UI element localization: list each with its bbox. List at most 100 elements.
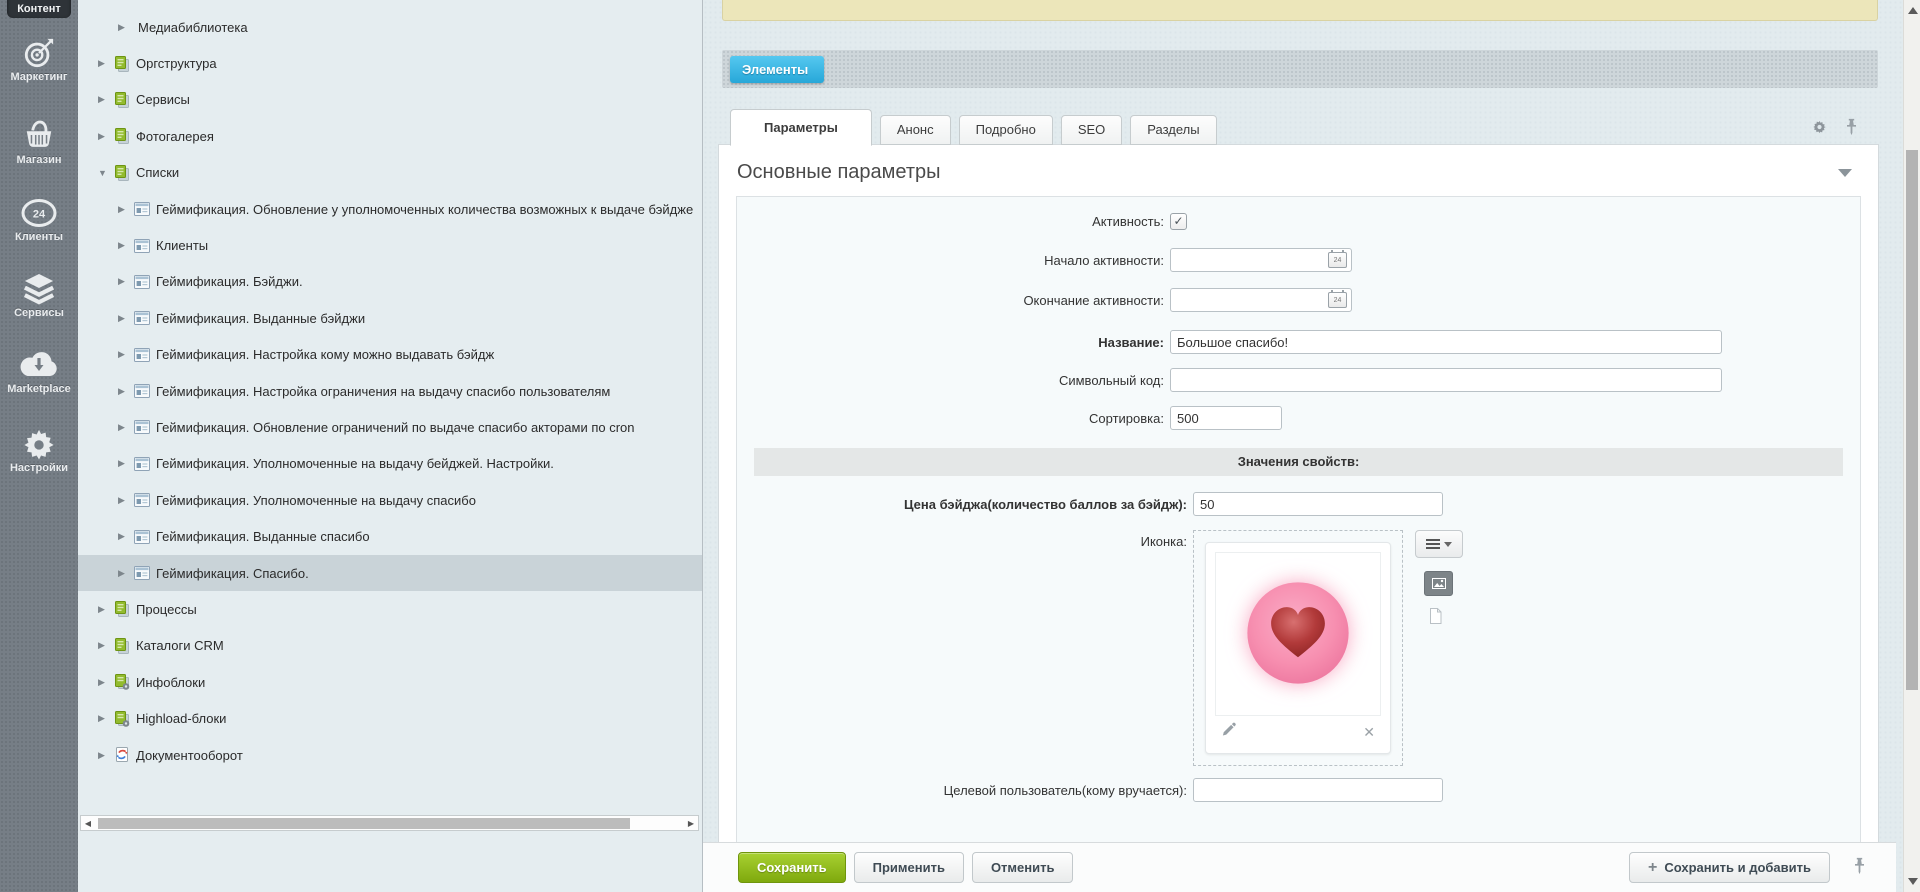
- chevron-right-icon[interactable]: ▶: [118, 422, 134, 433]
- tree-item-label: Фотогалерея: [136, 129, 214, 144]
- chevron-right-icon[interactable]: ▶: [118, 313, 134, 324]
- name-input[interactable]: [1170, 330, 1722, 354]
- cancel-button[interactable]: Отменить: [972, 852, 1074, 883]
- chevron-right-icon[interactable]: ▶: [118, 458, 134, 469]
- tree-item[interactable]: ▶Геймификация. Выданные спасибо: [78, 518, 702, 554]
- calendar-icon[interactable]: 24: [1328, 292, 1347, 308]
- chevron-down-icon[interactable]: ▼: [98, 168, 114, 178]
- chevron-right-icon[interactable]: ▶: [98, 604, 114, 615]
- elements-back-button[interactable]: Элементы: [730, 56, 824, 83]
- tree-item[interactable]: ▼Списки: [78, 155, 702, 191]
- form-fields-box: Активность: Начало активности: 24 Оконча…: [736, 196, 1861, 842]
- chevron-right-icon[interactable]: ▶: [118, 531, 134, 542]
- tree-item[interactable]: ▶Геймификация. Выданные бэйджи: [78, 300, 702, 336]
- edit-pencil-icon[interactable]: [1221, 722, 1236, 742]
- tree-item[interactable]: ▶Геймификация. Уполномоченные на выдачу …: [78, 446, 702, 482]
- chevron-right-icon[interactable]: ▶: [98, 640, 114, 651]
- tab-параметры[interactable]: Параметры: [730, 109, 872, 146]
- scrollbar-thumb[interactable]: [1906, 150, 1918, 690]
- chevron-right-icon[interactable]: ▶: [118, 240, 134, 251]
- sidebar-item-services[interactable]: Сервисы: [0, 273, 78, 319]
- sidebar-item-content[interactable]: Контент: [7, 0, 71, 18]
- scroll-up-icon[interactable]: [1908, 7, 1918, 14]
- badge-price-input[interactable]: [1193, 492, 1443, 516]
- chevron-right-icon[interactable]: ▶: [118, 276, 134, 287]
- chevron-right-icon[interactable]: ▶: [118, 349, 134, 360]
- chevron-right-icon[interactable]: ▶: [98, 713, 114, 724]
- calendar-icon[interactable]: 24: [1328, 252, 1347, 268]
- sidebar-item-shop[interactable]: Магазин: [0, 120, 78, 166]
- tree-item[interactable]: ▶ Фотогалерея: [78, 118, 702, 154]
- tree-item[interactable]: ▶Геймификация. Обновление ограничений по…: [78, 409, 702, 445]
- chevron-right-icon[interactable]: ▶: [118, 568, 134, 579]
- sort-input[interactable]: [1170, 406, 1282, 430]
- activity-checkbox[interactable]: [1170, 213, 1187, 230]
- sidebar-item-marketplace[interactable]: Marketplace: [0, 349, 78, 395]
- sidebar-item-marketing[interactable]: Маркетинг: [0, 37, 78, 83]
- end-date-input[interactable]: [1170, 288, 1352, 312]
- window-vertical-scrollbar[interactable]: [1903, 0, 1920, 892]
- tab-разделы[interactable]: Разделы: [1130, 115, 1216, 145]
- tree-horizontal-scrollbar[interactable]: ◀ ▶: [80, 815, 699, 831]
- tree-item[interactable]: ▶Геймификация. Бэйджи.: [78, 264, 702, 300]
- docs-green-icon: [114, 92, 132, 108]
- tree-item[interactable]: ▶Медиабиблиотека: [78, 9, 702, 45]
- scrollbar-thumb[interactable]: [98, 818, 630, 829]
- tab-подробно[interactable]: Подробно: [959, 115, 1053, 145]
- chevron-right-icon[interactable]: ▶: [98, 58, 114, 69]
- tree-item[interactable]: ▶Оргструктура: [78, 45, 702, 81]
- chevron-right-icon[interactable]: ▶: [118, 204, 134, 215]
- tab-seo[interactable]: SEO: [1061, 115, 1122, 145]
- tree-item[interactable]: ▶Сервисы: [78, 82, 702, 118]
- save-and-add-button[interactable]: + Сохранить и добавить: [1629, 852, 1830, 883]
- tree-item[interactable]: ▶Геймификация. Настройка кому можно выда…: [78, 337, 702, 373]
- tree-item[interactable]: ▶Highload-блоки: [78, 700, 702, 736]
- image-mode-button[interactable]: [1424, 571, 1453, 596]
- tree-item[interactable]: ▶Геймификация. Уполномоченные на выдачу …: [78, 482, 702, 518]
- tree-item[interactable]: ▶Клиенты: [78, 227, 702, 263]
- sort-label: Сортировка:: [737, 411, 1170, 426]
- image-menu-button[interactable]: [1415, 530, 1463, 558]
- docs-green-icon: [114, 56, 132, 72]
- scroll-down-icon[interactable]: [1908, 878, 1918, 885]
- chevron-right-icon[interactable]: ▶: [98, 677, 114, 688]
- file-mode-button[interactable]: [1429, 608, 1442, 629]
- start-date-input[interactable]: [1170, 248, 1352, 272]
- apply-button[interactable]: Применить: [854, 852, 964, 883]
- code-input[interactable]: [1170, 368, 1722, 392]
- delete-image-icon[interactable]: ✕: [1363, 724, 1375, 741]
- chevron-right-icon[interactable]: ▶: [118, 386, 134, 397]
- chevron-right-icon[interactable]: ▶: [98, 94, 114, 105]
- sidebar-item-clients[interactable]: 24 Клиенты: [0, 197, 78, 243]
- tree-item[interactable]: ▶Документооборот: [78, 737, 702, 773]
- plus-icon: +: [1648, 859, 1657, 877]
- save-button[interactable]: Сохранить: [738, 852, 846, 883]
- tree-item[interactable]: ▶Геймификация. Настройка ограничения на …: [78, 373, 702, 409]
- collapse-section-icon[interactable]: [1838, 169, 1852, 177]
- tree-item[interactable]: ▶Процессы: [78, 591, 702, 627]
- section-title: Основные параметры: [737, 161, 941, 184]
- settings-gear-icon[interactable]: [1812, 120, 1827, 139]
- tree-item[interactable]: ▶Каталоги CRM: [78, 628, 702, 664]
- docs-green-icon: [114, 601, 132, 617]
- doc-flow-icon: [114, 747, 132, 763]
- chevron-right-icon[interactable]: ▶: [118, 22, 134, 33]
- scroll-left-icon[interactable]: ◀: [81, 819, 95, 828]
- chevron-right-icon[interactable]: ▶: [98, 131, 114, 142]
- tab-анонс[interactable]: Анонс: [880, 115, 951, 145]
- heart-badge-image: [1240, 576, 1356, 692]
- tree-item[interactable]: ▶Геймификация. Спасибо.: [78, 555, 702, 591]
- list-blue-icon: [134, 202, 152, 216]
- sidebar-item-label: Marketplace: [0, 383, 78, 395]
- tree-item[interactable]: ▶Инфоблоки: [78, 664, 702, 700]
- pin-icon[interactable]: [1845, 118, 1858, 141]
- target-user-input[interactable]: [1193, 778, 1443, 802]
- sidebar-item-settings[interactable]: Настройки: [0, 428, 78, 474]
- chevron-right-icon[interactable]: ▶: [98, 750, 114, 761]
- pin-icon[interactable]: [1853, 857, 1866, 880]
- chevron-right-icon[interactable]: ▶: [118, 495, 134, 506]
- tree-item[interactable]: ▶Геймификация. Обновление у уполномоченн…: [78, 191, 702, 227]
- scroll-right-icon[interactable]: ▶: [684, 819, 698, 828]
- sidebar-item-label: Магазин: [0, 154, 78, 166]
- icon-dropzone[interactable]: ✕: [1193, 530, 1403, 766]
